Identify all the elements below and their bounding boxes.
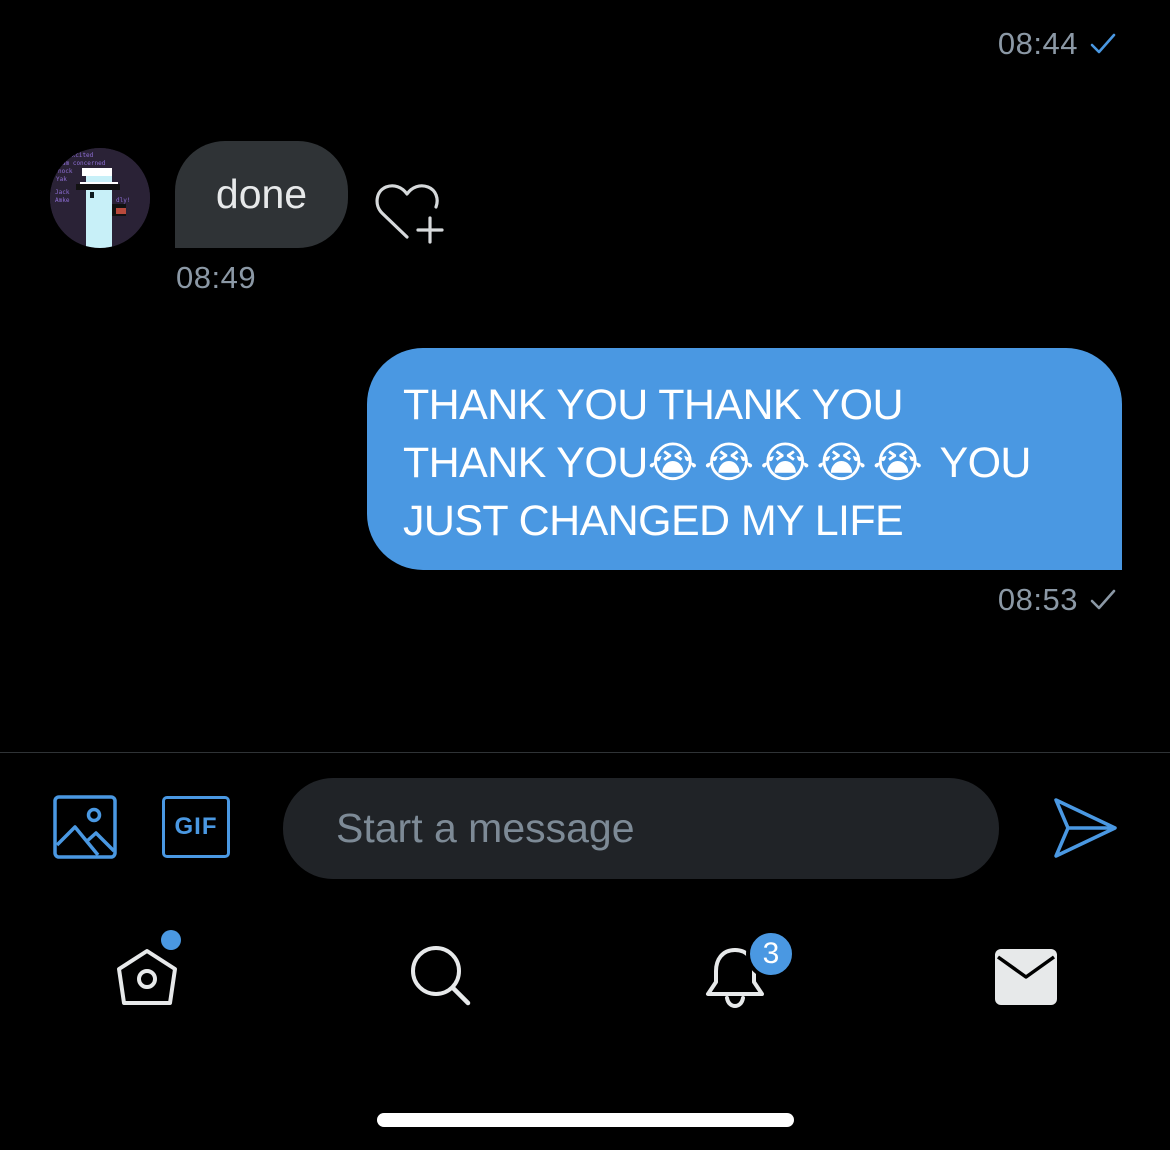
notification-count-badge: 3 <box>746 929 796 979</box>
received-message-bubble[interactable]: done <box>175 141 348 248</box>
sent-message-line-2-prefix: THANK YOU <box>403 439 648 487</box>
message-composer[interactable] <box>283 778 999 879</box>
gif-label: GIF <box>174 813 218 840</box>
image-icon[interactable] <box>53 795 117 859</box>
sent-message-line-2: THANK YOU😭😭😭😭😭 YOU <box>403 434 1082 492</box>
messages-icon[interactable] <box>995 949 1057 1005</box>
avatar-text-4: Yak <box>56 176 67 183</box>
gif-button[interactable]: GIF <box>162 796 230 858</box>
timestamp-text: 08:44 <box>997 26 1078 61</box>
composer-divider <box>0 752 1170 753</box>
avatar-text-1: excited <box>68 152 94 159</box>
sent-message-line-1: THANK YOU THANK YOU <box>403 381 904 429</box>
avatar-image: excited am concerned nock Yak Jack Amke … <box>50 148 150 248</box>
avatar-text-5: Jack <box>55 189 70 196</box>
crying-emojis: 😭😭😭😭😭 <box>647 439 929 487</box>
search-icon[interactable] <box>409 944 473 1008</box>
avatar-text-7: dly! <box>116 197 130 204</box>
send-icon[interactable] <box>1052 796 1118 860</box>
avatar-text-6: Amke <box>55 197 70 204</box>
message-timestamp-top: 08:44 <box>998 26 1116 62</box>
avatar-text-3: nock <box>58 168 73 175</box>
sent-timestamp: 08:53 <box>998 582 1116 618</box>
home-unread-dot <box>161 930 181 950</box>
sent-timestamp-text: 08:53 <box>997 582 1078 617</box>
delivered-check-icon <box>1090 589 1116 610</box>
avatar-text-2: am concerned <box>62 160 106 167</box>
sent-message-line-3: JUST CHANGED MY LIFE <box>403 497 904 545</box>
sent-message-line-2-suffix: YOU <box>939 439 1031 487</box>
avatar[interactable]: excited am concerned nock Yak Jack Amke … <box>50 148 150 248</box>
heart-plus-icon[interactable] <box>374 182 444 244</box>
message-input[interactable] <box>334 804 938 853</box>
sent-check-icon <box>1090 33 1116 54</box>
home-icon[interactable] <box>113 941 181 1009</box>
received-message-text: done <box>215 171 308 217</box>
sent-message-bubble[interactable]: THANK YOU THANK YOU THANK YOU😭😭😭😭😭 YOU J… <box>367 348 1122 570</box>
received-timestamp: 08:49 <box>176 260 257 295</box>
home-indicator <box>377 1113 794 1127</box>
